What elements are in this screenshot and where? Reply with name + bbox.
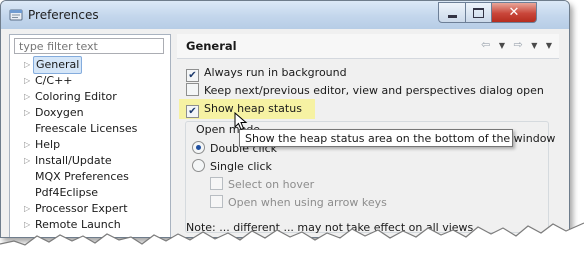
tree-item-label[interactable]: Freescale Licenses [35, 121, 137, 137]
forward-arrow-icon[interactable]: ⇨ [513, 38, 523, 51]
minimize-button[interactable] [438, 2, 466, 23]
view-menu-chevron-down-icon[interactable]: ▼ [546, 41, 553, 50]
heap-status-tooltip: Show the heap status area on the bottom … [239, 129, 555, 147]
forward-history-chevron-down-icon[interactable]: ▼ [531, 41, 538, 50]
expand-arrow-icon[interactable]: ▷ [24, 153, 30, 169]
show-heap-label: Show heap status [204, 102, 302, 115]
preferences-window: Preferences ✕ ▷ General ▷ C/C++ ▷ Colori… [0, 0, 570, 238]
single-click-label: Single click [210, 160, 272, 173]
keep-next-prev-checkbox[interactable] [186, 83, 199, 96]
tree-item-label[interactable]: Install/Update [35, 153, 112, 169]
tree-item-install-update[interactable]: ▷ Install/Update [10, 153, 170, 169]
tree-item-label[interactable]: Doxygen [35, 105, 84, 121]
show-heap-checkbox[interactable]: ✔ [186, 105, 199, 118]
single-click-radio[interactable] [192, 159, 205, 172]
always-background-option[interactable]: ✔ Always run in background [186, 65, 347, 82]
select-on-hover-label: Select on hover [228, 178, 315, 191]
torn-edge-decoration [0, 222, 584, 255]
mouse-cursor-icon [234, 112, 248, 131]
expand-arrow-icon[interactable]: ▷ [24, 73, 30, 89]
tree-item-doxygen[interactable]: ▷ Doxygen [10, 105, 170, 121]
open-with-arrows-label: Open when using arrow keys [228, 196, 387, 209]
tree-item-label[interactable]: Coloring Editor [35, 89, 117, 105]
tree-item-coloring-editor[interactable]: ▷ Coloring Editor [10, 89, 170, 105]
tree-item-label[interactable]: General [33, 56, 83, 74]
close-button[interactable]: ✕ [491, 2, 537, 23]
preference-tree: ▷ General ▷ C/C++ ▷ Coloring Editor ▷ Do… [10, 56, 170, 233]
tree-item-mqx-preferences[interactable]: MQX Preferences [10, 169, 170, 185]
tree-item-label[interactable]: Pdf4Eclipse [35, 185, 98, 201]
tree-item-pdf4eclipse[interactable]: Pdf4Eclipse [10, 185, 170, 201]
window-title: Preferences [28, 8, 99, 22]
always-background-checkbox[interactable]: ✔ [186, 69, 199, 82]
back-arrow-icon[interactable]: ⇦ [481, 38, 491, 51]
open-with-arrows-checkbox[interactable] [210, 195, 223, 208]
page-title: General [186, 39, 237, 53]
minimize-icon [447, 14, 457, 18]
double-click-radio[interactable] [192, 141, 205, 154]
expand-arrow-icon[interactable]: ▷ [24, 137, 30, 153]
page-header: General ⇦ ▼ ⇨ ▼ ▼ [177, 34, 559, 59]
tree-item-help[interactable]: ▷ Help [10, 137, 170, 153]
tree-item-label[interactable]: Help [35, 137, 60, 153]
tree-item-freescale-licenses[interactable]: Freescale Licenses [10, 121, 170, 137]
expand-arrow-icon[interactable]: ▷ [24, 105, 30, 121]
page-nav-toolbar: ⇦ ▼ ⇨ ▼ ▼ [478, 38, 553, 51]
maximize-icon [473, 7, 484, 18]
always-background-label: Always run in background [204, 66, 347, 79]
keep-next-prev-option[interactable]: Keep next/previous editor, view and pers… [186, 83, 544, 99]
filter-input[interactable] [14, 38, 164, 54]
single-click-option[interactable]: Single click [192, 159, 272, 175]
preferences-app-icon [9, 9, 23, 21]
keep-next-prev-label: Keep next/previous editor, view and pers… [204, 84, 544, 97]
maximize-button[interactable] [465, 2, 492, 23]
open-with-arrows-option[interactable]: Open when using arrow keys [210, 195, 387, 211]
tree-item-label[interactable]: C/C++ [35, 73, 73, 89]
back-history-chevron-down-icon[interactable]: ▼ [499, 41, 506, 50]
tree-item-cpp[interactable]: ▷ C/C++ [10, 73, 170, 89]
title-bar: Preferences ✕ [1, 1, 569, 29]
select-on-hover-checkbox[interactable] [210, 177, 223, 190]
select-on-hover-option[interactable]: Select on hover [210, 177, 314, 193]
tree-item-label[interactable]: MQX Preferences [35, 169, 129, 185]
preference-tree-pane: ▷ General ▷ C/C++ ▷ Coloring Editor ▷ Do… [9, 34, 171, 237]
close-icon: ✕ [508, 5, 520, 20]
tree-item-general[interactable]: ▷ General [10, 56, 170, 74]
expand-arrow-icon[interactable]: ▷ [24, 89, 30, 105]
expand-arrow-icon[interactable]: ▷ [24, 57, 30, 73]
